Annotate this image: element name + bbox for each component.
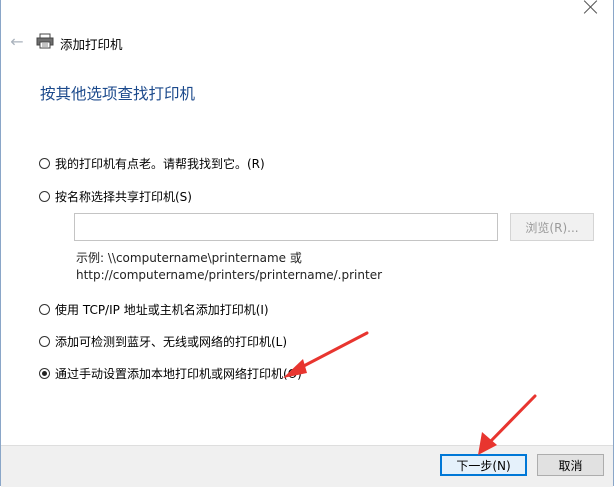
shared-printer-name-input[interactable] [74, 213, 498, 241]
option-shared-printer-radio[interactable] [39, 191, 50, 202]
next-button[interactable]: 下一步(N) [440, 454, 527, 476]
example-line-unc: 示例: \\computername\printername 或 [76, 251, 302, 265]
option-manual-label: 通过手动设置添加本地打印机或网络打印机(O) [55, 367, 302, 381]
browse-button[interactable]: 浏览(R)... [510, 213, 594, 241]
option-old-printer[interactable]: 我的打印机有点老。请帮我找到它。(R) [39, 155, 265, 172]
option-wireless[interactable]: 添加可检测到蓝牙、无线或网络的打印机(L) [39, 333, 287, 350]
annotation-arrows [283, 331, 537, 455]
option-wireless-label: 添加可检测到蓝牙、无线或网络的打印机(L) [55, 335, 288, 349]
option-shared-printer-label: 按名称选择共享打印机(S) [55, 190, 192, 204]
option-manual-radio[interactable] [39, 368, 50, 379]
option-old-printer-radio[interactable] [39, 158, 50, 169]
cancel-button[interactable]: 取消 [537, 454, 604, 476]
option-old-printer-label: 我的打印机有点老。请帮我找到它。(R) [55, 157, 265, 171]
back-arrow-icon[interactable]: ← [6, 32, 28, 52]
example-text: 示例: \\computername\printername 或 http://… [76, 250, 382, 284]
option-manual[interactable]: 通过手动设置添加本地打印机或网络打印机(O) [39, 365, 302, 382]
window-title: 添加打印机 [60, 37, 123, 52]
option-shared-printer[interactable]: 按名称选择共享打印机(S) [39, 188, 192, 205]
example-line-url: http://computername/printers/printername… [76, 268, 383, 282]
close-icon[interactable] [578, 0, 604, 16]
page-heading: 按其他选项查找打印机 [40, 85, 196, 103]
printer-icon [36, 33, 54, 49]
option-tcpip-radio[interactable] [39, 304, 50, 315]
option-tcpip-label: 使用 TCP/IP 地址或主机名添加打印机(I) [55, 303, 269, 317]
option-tcpip[interactable]: 使用 TCP/IP 地址或主机名添加打印机(I) [39, 301, 269, 318]
window-left-border [0, 0, 1, 486]
option-wireless-radio[interactable] [39, 336, 50, 347]
